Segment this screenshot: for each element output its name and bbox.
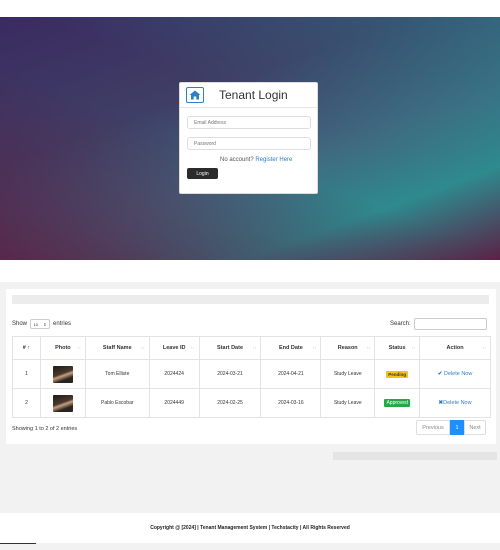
sort-icon: ↑↓ [411,345,416,350]
entries-value: 10 [33,321,39,327]
staff-name: Tom Elliste [84,359,150,389]
entries-select[interactable]: 10 ⇕ [30,319,51,329]
pagination: Previous 1 Next [416,420,486,435]
column-header-photo[interactable]: Photo ↑↓ [39,336,86,360]
row-number: 1 [12,359,41,389]
spacer [0,260,500,282]
register-link[interactable]: Register Here [255,157,292,163]
footer: Copyright @ [2024] | Tenant Management S… [0,513,500,543]
page-1-button[interactable]: 1 [450,420,464,435]
staff-photo [52,365,73,383]
staff-photo [52,394,73,412]
table-info: Showing 1 to 2 of 2 entries [12,426,78,432]
login-title: Tenant Login [219,88,288,102]
start-date: 2024-03-21 [198,359,262,389]
next-page-button[interactable]: Next [464,420,486,435]
sort-icon: ↑↓ [482,345,486,350]
delete-now-link[interactable]: ✖Delete Now [439,400,472,406]
sort-icon: ↑↓ [140,345,145,350]
email-field[interactable] [187,116,311,129]
footer-copyright: Copyright @ [2024] | Tenant Management S… [150,525,350,531]
search-label: Search: [390,321,411,327]
status-badge: Approved [384,399,410,407]
end-date: 2024-04-21 [260,359,322,389]
table-row: 1 Tom Elliste 2024424 2024-03-21 2024-04… [12,359,491,389]
show-label: Show [12,321,28,327]
column-header-staff-name[interactable]: Staff Name ↑↓ [84,336,150,360]
register-line: No account? Register Here [220,157,292,163]
leave-id: 2024424 [148,359,200,389]
login-button[interactable]: Login [187,168,218,179]
home-button[interactable] [186,87,204,103]
table-row: 2 Pablo Escobar 2024449 2024-02-25 2024-… [12,388,491,418]
search-control: Search: [390,318,487,330]
leave-table: # ↑ Photo ↑↓ Staff Name ↑↓ Leave ID ↑↓ Star… [12,336,491,418]
action-cell: ✔ Delete Now [419,359,491,389]
check-icon: ✔ [437,371,443,377]
column-header-reason[interactable]: Reason ↑↓ [320,336,376,360]
home-icon [189,90,201,100]
start-date: 2024-02-25 [198,388,262,418]
search-input[interactable] [413,318,487,330]
sort-icon: ↑↓ [366,345,371,350]
action-cell: ✖Delete Now [419,388,491,418]
staff-name: Pablo Escobar [84,388,150,418]
photo-cell [39,359,86,389]
sort-icon: ↑↓ [190,345,195,350]
status-cell: Approved [374,388,421,418]
table-header-row: # ↑ Photo ↑↓ Staff Name ↑↓ Leave ID ↑↓ Star… [12,336,491,360]
end-date: 2024-03-16 [260,388,322,418]
sort-icon: ↑↓ [252,345,257,350]
column-header-leave-id[interactable]: Leave ID ↑↓ [148,336,200,360]
login-header: Tenant Login [180,83,317,108]
leave-id: 2024449 [148,388,200,418]
photo-cell [39,388,86,418]
updown-icon: ⇕ [43,321,47,327]
row-number: 2 [12,388,41,418]
placeholder-bar [333,452,497,460]
column-header-start-date[interactable]: Start Date ↑↓ [198,336,262,360]
entries-label: entries [53,321,72,327]
status-badge: Pending [386,370,409,378]
bottom-divider [0,543,36,544]
no-account-text: No account? [220,157,254,163]
panel-header-bar [12,295,489,304]
reason: Study Leave [320,359,376,389]
entries-length-control: Show 10 ⇕ entries [12,319,71,329]
status-cell: Pending [374,359,421,389]
sort-icon: ↑↓ [312,345,317,350]
delete-now-link[interactable]: ✔ Delete Now [438,371,473,377]
password-field[interactable] [187,137,311,150]
login-card: Tenant Login No account? Register Here L… [179,82,318,194]
column-header-end-date[interactable]: End Date ↑↓ [260,336,322,360]
column-header-action[interactable]: Action ↑↓ [419,336,491,360]
sort-icon: ↑↓ [76,345,81,350]
leave-table-panel: Show 10 ⇕ entries Search: # ↑ Photo ↑↓ St… [6,289,496,444]
column-header-number[interactable]: # ↑ [12,336,41,360]
sort-asc-icon: ↑ [27,345,31,351]
column-header-status[interactable]: Status ↑↓ [374,336,421,360]
reason: Study Leave [320,388,376,418]
previous-page-button[interactable]: Previous [416,420,450,435]
